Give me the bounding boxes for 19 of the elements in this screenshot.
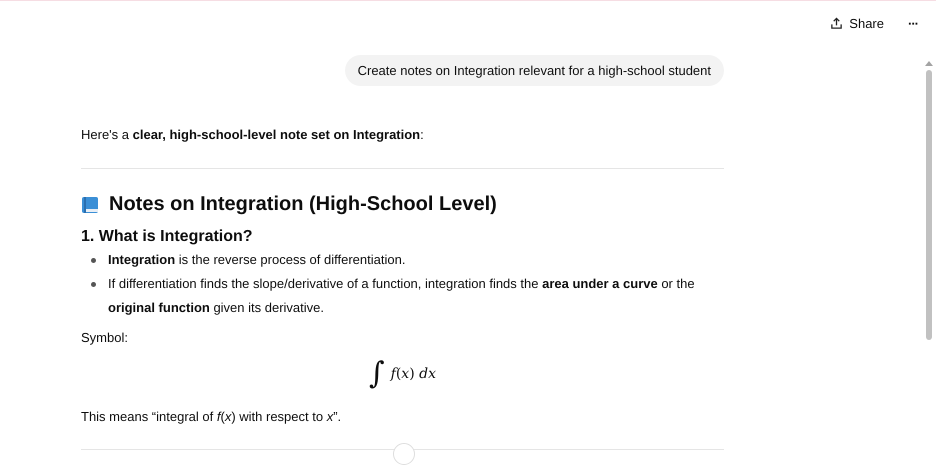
user-message: Create notes on Integration relevant for a high-school student	[344, 55, 724, 86]
formula-text: f(x) dx	[390, 366, 436, 382]
notes-title: Notes on Integration (High-School Level)	[109, 193, 497, 216]
scroll-up-icon	[925, 61, 933, 66]
symbol-label: Symbol:	[81, 329, 129, 347]
scrollbar-thumb[interactable]	[926, 70, 932, 340]
bullet-text: If differentiation finds the slope/derivative of a function, integration finds the area under a curve or the original function given its derivative.	[108, 275, 696, 317]
share-button[interactable]: Share	[824, 12, 890, 34]
share-icon	[830, 16, 844, 30]
bullet-icon	[91, 282, 96, 287]
intro-text: Here's a clear, high-school-level note set on Integration:	[81, 126, 425, 144]
bullet-icon	[91, 258, 96, 263]
meaning-text: This means “integral of f(x) with respect to x”.	[81, 408, 342, 426]
more-button[interactable]: ···	[904, 12, 922, 34]
bullet-text: Integration is the reverse process of differentiation.	[108, 251, 406, 269]
book-icon	[81, 196, 99, 214]
section-heading: 1. What is Integration?	[81, 228, 254, 246]
scroll-down-button[interactable]	[393, 443, 415, 465]
integral-sign: ∫	[369, 356, 385, 391]
